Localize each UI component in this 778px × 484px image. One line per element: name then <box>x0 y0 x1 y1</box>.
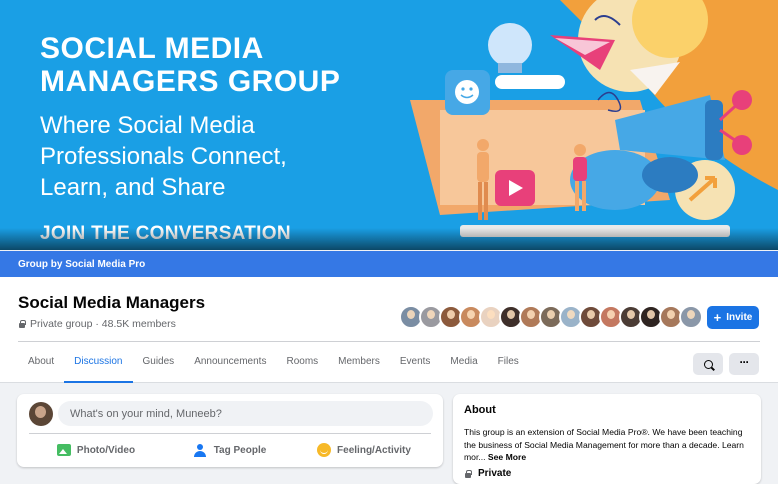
post-composer: Photo/Video Tag People Feeling/Activity <box>17 394 443 467</box>
member-avatars[interactable] <box>399 305 703 329</box>
cover-title: SOCIAL MEDIA MANAGERS GROUP <box>40 32 341 98</box>
tag-people-button[interactable]: Tag People <box>163 437 297 463</box>
search-icon <box>703 359 713 369</box>
feeling-activity-label: Feeling/Activity <box>337 444 411 456</box>
group-owner-label[interactable]: Group by Social Media Pro <box>18 259 145 270</box>
tab-divider <box>18 341 760 342</box>
lock-icon <box>18 320 26 328</box>
tab-announcements[interactable]: Announcements <box>184 343 276 383</box>
more-icon: ··· <box>739 354 750 369</box>
tab-about[interactable]: About <box>18 343 64 383</box>
cover-text: SOCIAL MEDIA MANAGERS GROUP Where Social… <box>40 32 340 245</box>
invite-label: Invite <box>726 312 753 323</box>
tab-rooms[interactable]: Rooms <box>276 343 328 383</box>
about-card: About This group is an extension of Soci… <box>453 394 761 484</box>
smiley-icon <box>317 443 332 457</box>
plus-icon: + <box>713 310 722 325</box>
tab-discussion[interactable]: Discussion <box>64 343 133 383</box>
tag-people-label: Tag People <box>213 444 267 456</box>
tag-people-icon <box>193 443 208 457</box>
group-meta: Private group · 48.5K members <box>18 318 176 330</box>
tab-files[interactable]: Files <box>488 343 529 383</box>
tab-media[interactable]: Media <box>440 343 487 383</box>
composer-input[interactable] <box>58 401 433 426</box>
group-header: Social Media Managers Private group · 48… <box>0 277 778 383</box>
about-title: About <box>464 404 496 416</box>
tab-events[interactable]: Events <box>390 343 441 383</box>
composer-actions: Photo/Video Tag People Feeling/Activity <box>29 437 431 463</box>
group-owner-bar[interactable]: Group by Social Media Pro <box>0 251 778 277</box>
tab-members[interactable]: Members <box>328 343 390 383</box>
member-avatar[interactable] <box>679 305 703 329</box>
about-description: This group is an extension of Social Med… <box>464 426 754 464</box>
tab-guides[interactable]: Guides <box>133 343 185 383</box>
see-more-link[interactable]: See More <box>488 452 526 462</box>
invite-button[interactable]: + Invite <box>707 306 759 329</box>
composer-divider <box>29 433 431 434</box>
photo-video-label: Photo/Video <box>76 444 136 456</box>
group-tabs: About Discussion Guides Announcements Ro… <box>18 343 529 383</box>
group-title[interactable]: Social Media Managers <box>18 293 205 313</box>
group-meta-text[interactable]: Private group · 48.5K members <box>30 318 176 330</box>
more-options-button[interactable]: ··· <box>729 353 759 375</box>
feeling-activity-button[interactable]: Feeling/Activity <box>297 437 431 463</box>
cover-gradient <box>0 228 778 250</box>
cover-photo[interactable]: SOCIAL MEDIA MANAGERS GROUP Where Social… <box>0 0 778 250</box>
cover-subtitle: Where Social Media Professionals Connect… <box>40 112 287 201</box>
avatar[interactable] <box>29 402 53 426</box>
cover-illustration <box>370 0 778 250</box>
photo-video-button[interactable]: Photo/Video <box>29 437 163 463</box>
search-group-button[interactable] <box>693 353 723 375</box>
photo-icon <box>56 444 71 456</box>
